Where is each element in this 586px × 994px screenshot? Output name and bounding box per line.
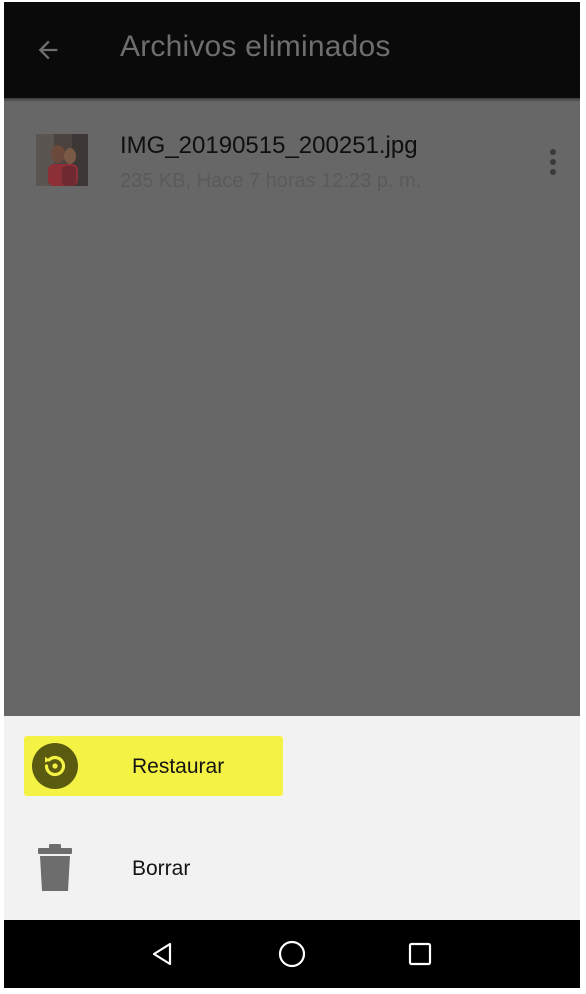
screen: Archivos eliminados IMG_20190515_200251.…	[4, 2, 580, 988]
more-dot	[550, 149, 556, 155]
trash-icon	[32, 844, 78, 891]
app-bar-shadow	[4, 98, 580, 102]
more-dot	[550, 159, 556, 165]
file-name: IMG_20190515_200251.jpg	[120, 132, 418, 159]
restore-icon	[32, 743, 78, 789]
home-circle-icon[interactable]	[272, 934, 312, 974]
restore-label: Restaurar	[132, 755, 225, 778]
back-triangle-icon[interactable]	[142, 934, 182, 974]
list-item[interactable]: IMG_20190515_200251.jpg 235 KB, Hace 7 h…	[4, 112, 580, 212]
delete-button[interactable]: Borrar	[24, 838, 283, 898]
page-title: Archivos eliminados	[120, 30, 391, 63]
image-thumbnail	[36, 134, 88, 186]
file-meta: 235 KB, Hace 7 horas 12:23 p. m.	[120, 170, 422, 192]
recents-square-icon[interactable]	[400, 934, 440, 974]
more-dot	[550, 169, 556, 175]
arrow-left-icon	[38, 40, 58, 60]
app-bar: Archivos eliminados	[4, 2, 580, 98]
back-button[interactable]	[26, 28, 70, 72]
more-vert-icon[interactable]	[538, 142, 568, 182]
restore-button[interactable]: Restaurar	[24, 736, 283, 796]
delete-label: Borrar	[132, 857, 191, 880]
system-nav-bar	[4, 920, 580, 988]
bottom-sheet: Restaurar Borrar	[4, 716, 580, 920]
